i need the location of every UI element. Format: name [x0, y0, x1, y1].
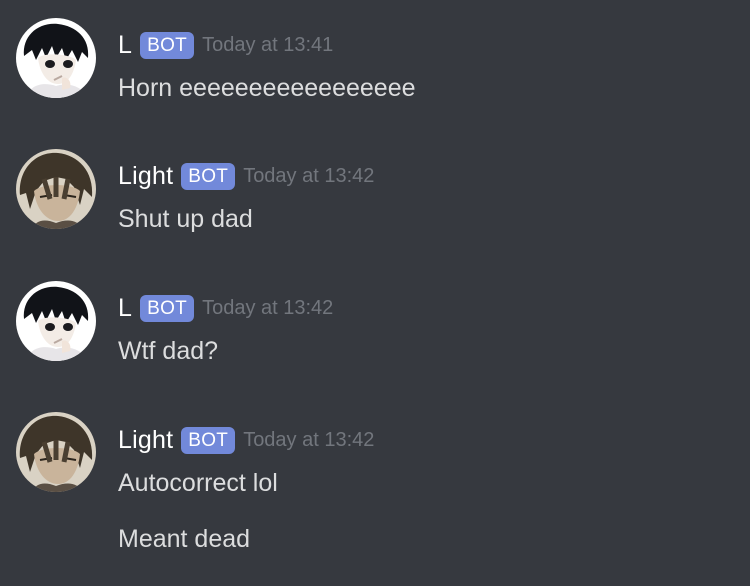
- message-text: Wtf dad?: [118, 337, 219, 365]
- username[interactable]: L: [118, 31, 132, 60]
- avatar-l-icon[interactable]: [16, 281, 96, 361]
- username[interactable]: L: [118, 294, 132, 323]
- message-header: L BOT Today at 13:42: [118, 292, 333, 324]
- bot-tag: BOT: [181, 162, 236, 190]
- message-header: Light BOT Today at 13:42: [118, 160, 374, 192]
- avatar-light-icon[interactable]: [16, 149, 96, 229]
- timestamp: Today at 13:41: [202, 33, 334, 56]
- username[interactable]: Light: [118, 426, 173, 455]
- avatar-light-icon[interactable]: [16, 412, 96, 492]
- message-header: L BOT Today at 13:41: [118, 29, 333, 61]
- bot-tag: BOT: [181, 426, 236, 454]
- avatar-l-icon[interactable]: [16, 18, 96, 98]
- timestamp: Today at 13:42: [202, 296, 334, 319]
- message-header: Light BOT Today at 13:42: [118, 424, 374, 456]
- message-text: Horn eeeeeeeeeeeeeeeee: [118, 74, 416, 102]
- bot-tag: BOT: [140, 294, 195, 322]
- message-text: Meant dead: [118, 525, 251, 553]
- message-text: Shut up dad: [118, 205, 253, 233]
- bot-tag: BOT: [140, 31, 195, 59]
- message-text: Autocorrect lol: [118, 469, 278, 497]
- timestamp: Today at 13:42: [243, 428, 375, 451]
- timestamp: Today at 13:42: [243, 164, 375, 187]
- chat-message-list: L BOT Today at 13:41 Horn eeeeeeeeeeeeee…: [0, 0, 750, 586]
- username[interactable]: Light: [118, 162, 173, 191]
